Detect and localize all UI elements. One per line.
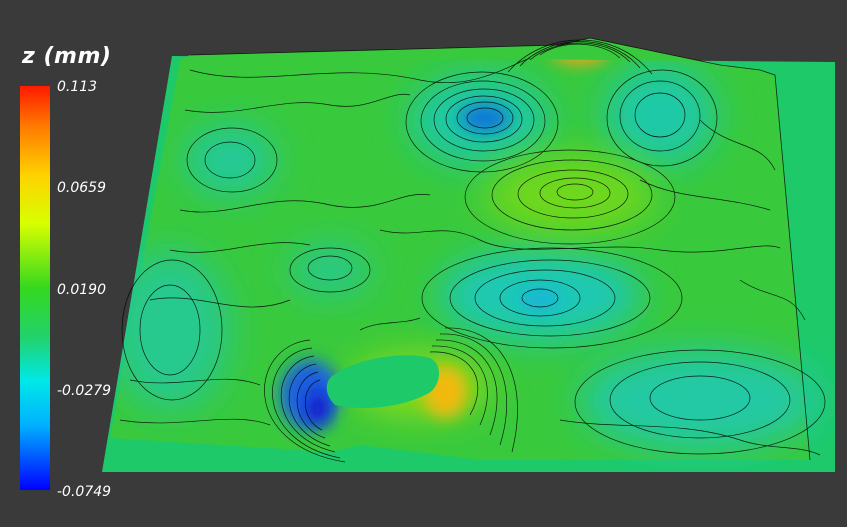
- colorbar-title: z (mm): [22, 44, 112, 69]
- colorbar-tick: -0.0279: [57, 383, 112, 399]
- colorbar-gradient: [20, 86, 50, 490]
- colorbar-tick: 0.113: [57, 79, 98, 95]
- colorbar-tick: 0.0659: [57, 180, 106, 196]
- colorbar-tick: 0.0190: [57, 282, 106, 298]
- colorbar-tick: -0.0749: [57, 484, 112, 500]
- surface-plot-3d: [102, 37, 835, 472]
